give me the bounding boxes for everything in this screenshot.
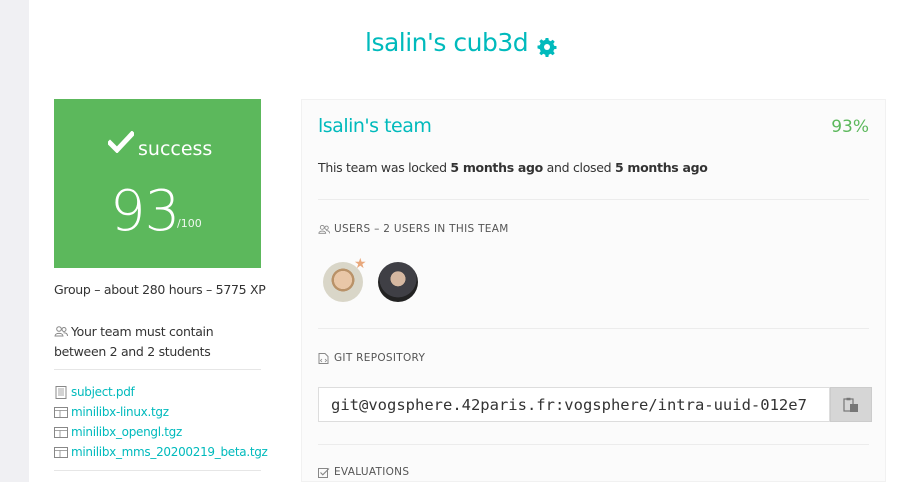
divider	[318, 199, 869, 200]
team-name[interactable]: lsalin's team	[318, 115, 432, 137]
avatar[interactable]	[378, 262, 418, 302]
lock-prefix: This team was locked	[318, 160, 451, 175]
check-icon	[108, 131, 134, 153]
project-files-list: subject.pdf minilibx-linux.tgz minilibx_…	[54, 382, 274, 462]
divider	[54, 369, 261, 370]
archive-file-icon	[54, 426, 68, 438]
divider	[318, 444, 869, 445]
evaluations-header-text: Evaluations	[334, 466, 410, 478]
closed-ago: 5 months ago	[614, 160, 708, 175]
file-link[interactable]: minilibx_opengl.tgz	[71, 425, 182, 439]
score-value: 93	[110, 179, 180, 244]
score-max: /100	[177, 217, 202, 230]
file-item: minilibx_mms_20200219_beta.tgz	[54, 442, 274, 462]
file-item: minilibx-linux.tgz	[54, 402, 274, 422]
divider	[318, 328, 869, 329]
git-header-text: Git repository	[334, 352, 426, 364]
pdf-file-icon	[55, 385, 67, 399]
file-link[interactable]: subject.pdf	[71, 385, 135, 399]
gear-icon[interactable]	[537, 37, 557, 57]
team-lock-info: This team was locked 5 months ago and cl…	[318, 160, 708, 175]
team-rule-text: Your team must contain between 2 and 2 s…	[54, 324, 214, 359]
group-info: Group – about 280 hours – 5775 XP	[54, 282, 266, 297]
team-size-rule: Your team must contain between 2 and 2 s…	[54, 322, 261, 362]
file-code-icon	[318, 352, 329, 364]
file-link[interactable]: minilibx_mms_20200219_beta.tgz	[71, 445, 268, 459]
users-icon	[54, 326, 68, 337]
git-section-header: Git repository	[318, 352, 425, 364]
archive-file-icon	[54, 446, 68, 458]
leader-star-icon: ★	[354, 256, 367, 272]
check-square-icon	[318, 467, 330, 478]
evaluations-section-header: Evaluations	[318, 466, 409, 478]
users-icon	[318, 224, 330, 234]
archive-file-icon	[54, 406, 68, 418]
score-box: success 93 /100	[54, 99, 261, 268]
lock-middle: and closed	[542, 160, 615, 175]
project-page: lsalin's cub3d success 93 /100 Group – a…	[29, 0, 912, 482]
copy-button[interactable]	[830, 387, 872, 422]
file-item: minilibx_opengl.tgz	[54, 422, 274, 442]
status-text: success	[138, 138, 213, 160]
project-title: lsalin's cub3d	[365, 28, 529, 57]
file-item: subject.pdf	[54, 382, 274, 402]
users-section-header: Users – 2 users in this team	[318, 223, 509, 235]
divider	[54, 470, 261, 471]
file-link[interactable]: minilibx-linux.tgz	[71, 405, 169, 419]
team-panel: lsalin's team 93% This team was locked 5…	[301, 99, 886, 482]
clipboard-icon	[843, 397, 858, 412]
users-header-text: Users – 2 users in this team	[334, 223, 509, 235]
locked-ago: 5 months ago	[450, 160, 543, 175]
git-url-input[interactable]	[318, 387, 830, 422]
team-percentage: 93%	[831, 117, 869, 137]
